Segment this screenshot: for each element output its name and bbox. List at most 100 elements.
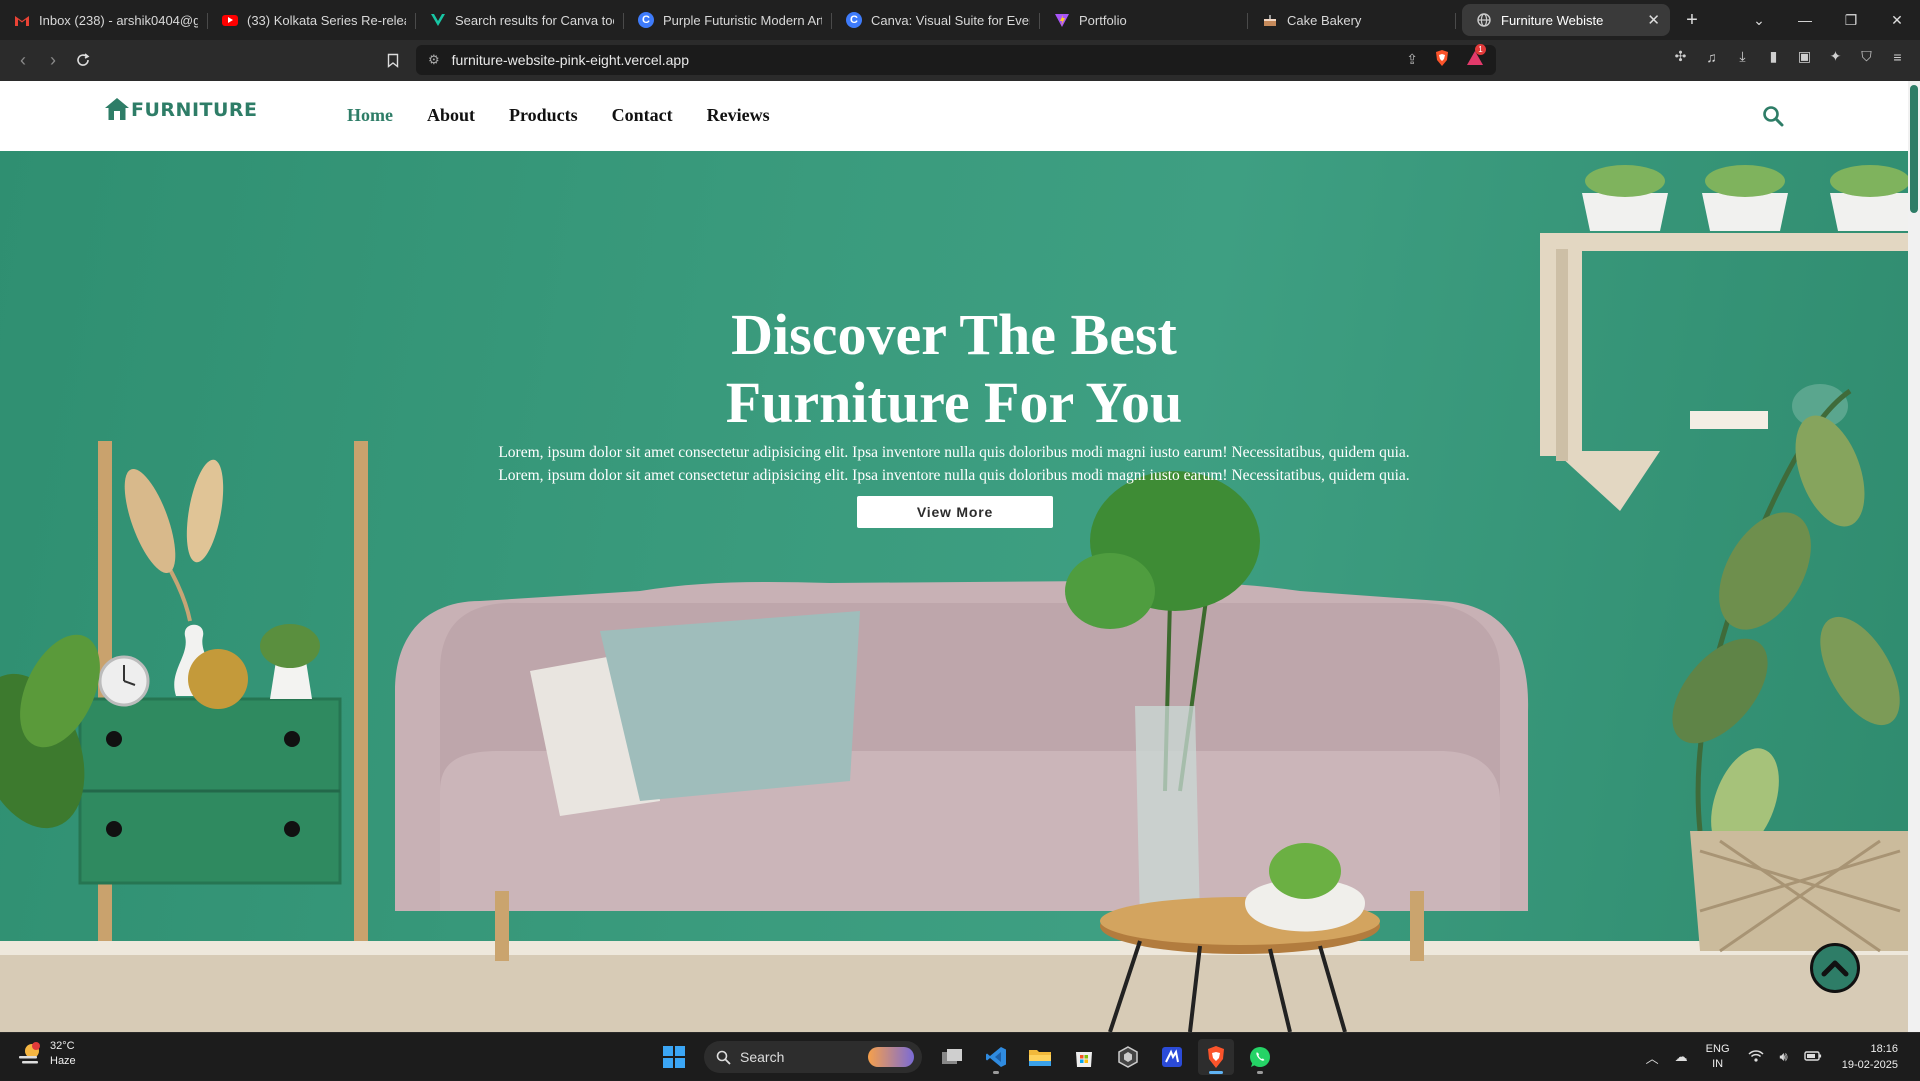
hero-title-line-2: Furniture For You — [725, 370, 1183, 435]
microsoft-store-icon[interactable] — [1066, 1039, 1102, 1075]
minimize-icon[interactable]: — — [1782, 4, 1828, 36]
tab-cake-bakery[interactable]: Cake Bakery — [1248, 4, 1456, 36]
hero-section: Discover The Best Furniture For You Lore… — [0, 151, 1908, 1032]
clock-time: 18:16 — [1870, 1043, 1898, 1055]
tab-portfolio[interactable]: Portfolio — [1040, 4, 1248, 36]
active-indicator — [1209, 1071, 1223, 1074]
windows-taskbar: 32°C Haze Search ︿ ☁ ENG IN 🔊︎ 18:16 19-… — [0, 1032, 1920, 1080]
clock-date: 19-02-2025 — [1841, 1059, 1898, 1071]
main-nav: Home About Products Contact Reviews — [347, 105, 804, 126]
close-tab-icon[interactable]: ✕ — [1647, 11, 1660, 29]
search-icon[interactable] — [1762, 105, 1784, 127]
hero-title-line-1: Discover The Best — [731, 302, 1177, 367]
weather-desc: Haze — [50, 1055, 76, 1067]
gmail-icon — [14, 12, 30, 28]
nav-about[interactable]: About — [427, 105, 475, 126]
restore-icon[interactable]: ❐ — [1828, 4, 1874, 36]
clock[interactable]: 18:16 19-02-2025 — [1842, 1041, 1898, 1073]
tab-title: (33) Kolkata Series Re-release — [247, 12, 406, 28]
hero-background-image — [0, 165, 1908, 1032]
download-icon[interactable]: ⤓ — [1734, 48, 1751, 65]
windows-logo-icon — [663, 1046, 685, 1068]
weather-haze-icon — [19, 1042, 40, 1064]
tab-title: Purple Futuristic Modern Artificial — [663, 12, 822, 28]
forward-icon[interactable]: › — [38, 45, 68, 75]
web-page: FURNITURE Home About Products Contact Re… — [0, 81, 1920, 1032]
whatsapp-icon[interactable] — [1242, 1039, 1278, 1075]
scrollbar-thumb[interactable] — [1910, 85, 1918, 213]
close-window-icon[interactable]: ✕ — [1874, 4, 1920, 36]
page-scrollbar[interactable] — [1908, 81, 1920, 1032]
language-indicator[interactable]: ENG IN — [1706, 1042, 1730, 1072]
lang-code: ENG — [1705, 1043, 1730, 1055]
taskbar-search[interactable]: Search — [704, 1041, 922, 1073]
chevron-up-icon — [1821, 960, 1849, 977]
nav-contact[interactable]: Contact — [612, 105, 673, 126]
media-icon[interactable]: ♫ — [1703, 48, 1720, 65]
browser-toolbar: ‹ › ⚙ furniture-website-pink-eight.verce… — [0, 40, 1920, 81]
brave-shields-icon[interactable] — [1434, 49, 1450, 70]
vpn-icon[interactable]: ⛉ — [1858, 48, 1875, 65]
tab-purple-futuristic[interactable]: C Purple Futuristic Modern Artificial — [624, 4, 832, 36]
window-controls: ⌄ — ❐ ✕ — [1736, 4, 1920, 36]
tab-furniture-active[interactable]: Furniture Webiste ✕ — [1462, 4, 1670, 36]
site-info-icon[interactable]: ⚙ — [428, 52, 440, 68]
brave-browser-icon[interactable] — [1198, 1039, 1234, 1075]
search-icon — [716, 1050, 731, 1065]
back-icon[interactable]: ‹ — [8, 45, 38, 75]
wallet-icon[interactable]: ▣ — [1796, 48, 1813, 65]
code-editor-icon[interactable] — [1154, 1039, 1190, 1075]
reload-icon[interactable] — [68, 45, 98, 75]
nav-reviews[interactable]: Reviews — [707, 105, 770, 126]
search-highlight-icon — [868, 1047, 914, 1067]
site-header: FURNITURE Home About Products Contact Re… — [0, 81, 1908, 151]
share-icon[interactable]: ⇪ — [1406, 51, 1418, 68]
new-tab-button[interactable]: + — [1676, 4, 1708, 36]
cake-icon — [1262, 12, 1278, 28]
canva-icon: C — [846, 12, 862, 28]
start-button[interactable] — [656, 1039, 692, 1075]
logo-text: FURNITURE — [131, 99, 258, 121]
globe-icon — [1476, 12, 1492, 28]
file-explorer-icon[interactable] — [1022, 1039, 1058, 1075]
hero-description: Lorem, ipsum dolor sit amet consectetur … — [0, 441, 1908, 487]
vercel-v-icon — [430, 12, 446, 28]
weather-widget[interactable]: 32°C Haze — [16, 1039, 76, 1069]
nav-home[interactable]: Home — [347, 105, 393, 126]
task-view-icon[interactable] — [934, 1039, 970, 1075]
hero-title: Discover The Best Furniture For You — [0, 301, 1908, 437]
taskbar-apps: Search — [656, 1039, 1278, 1075]
tab-youtube[interactable]: (33) Kolkata Series Re-release — [208, 4, 416, 36]
tab-title: Search results for Canva tool — [455, 12, 614, 28]
brave-rewards-icon[interactable]: 1 — [1466, 44, 1486, 69]
battery-icon[interactable] — [1804, 1050, 1822, 1065]
taskbar-search-label: Search — [740, 1049, 785, 1065]
tab-title: Canva: Visual Suite for Everyone — [871, 12, 1030, 28]
wifi-icon[interactable] — [1747, 1049, 1764, 1065]
menu-icon[interactable]: ≡ — [1889, 48, 1906, 65]
bookmark-icon[interactable] — [380, 46, 406, 74]
address-bar[interactable]: ⚙ furniture-website-pink-eight.vercel.ap… — [416, 44, 1496, 75]
toolbar-extensions: ✣ ♫ ⤓ ▮ ▣ ✦ ⛉ ≡ — [1672, 48, 1906, 65]
tab-search-icon[interactable]: ⌄ — [1736, 4, 1782, 36]
sidebar-icon[interactable]: ▮ — [1765, 48, 1782, 65]
unity-hub-icon[interactable] — [1110, 1039, 1146, 1075]
site-logo[interactable]: FURNITURE — [104, 97, 258, 121]
tab-title: Furniture Webiste — [1501, 12, 1604, 28]
extensions-icon[interactable]: ✣ — [1672, 48, 1689, 65]
tab-canva[interactable]: C Canva: Visual Suite for Everyone — [832, 4, 1040, 36]
onedrive-offline-icon[interactable]: ☁ — [1675, 1049, 1688, 1065]
tab-gmail[interactable]: Inbox (238) - arshik0404@gmail.com — [0, 4, 208, 36]
system-tray: ︿ ☁ ENG IN 🔊︎ 18:16 19-02-2025 — [1638, 1033, 1920, 1081]
tab-canva-search[interactable]: Search results for Canva tool — [416, 4, 624, 36]
tab-title: Cake Bakery — [1287, 12, 1362, 28]
nav-products[interactable]: Products — [509, 105, 578, 126]
volume-icon[interactable]: 🔊︎ — [1780, 1049, 1788, 1065]
scroll-to-top-button[interactable] — [1810, 943, 1860, 993]
hero-text-line-2: Lorem, ipsum dolor sit amet consectetur … — [498, 467, 1410, 484]
rewards-badge: 1 — [1475, 44, 1486, 55]
vscode-icon[interactable] — [978, 1039, 1014, 1075]
view-more-button[interactable]: View More — [857, 496, 1053, 528]
leo-ai-icon[interactable]: ✦ — [1827, 48, 1844, 65]
show-hidden-icons[interactable]: ︿ — [1646, 1048, 1659, 1067]
